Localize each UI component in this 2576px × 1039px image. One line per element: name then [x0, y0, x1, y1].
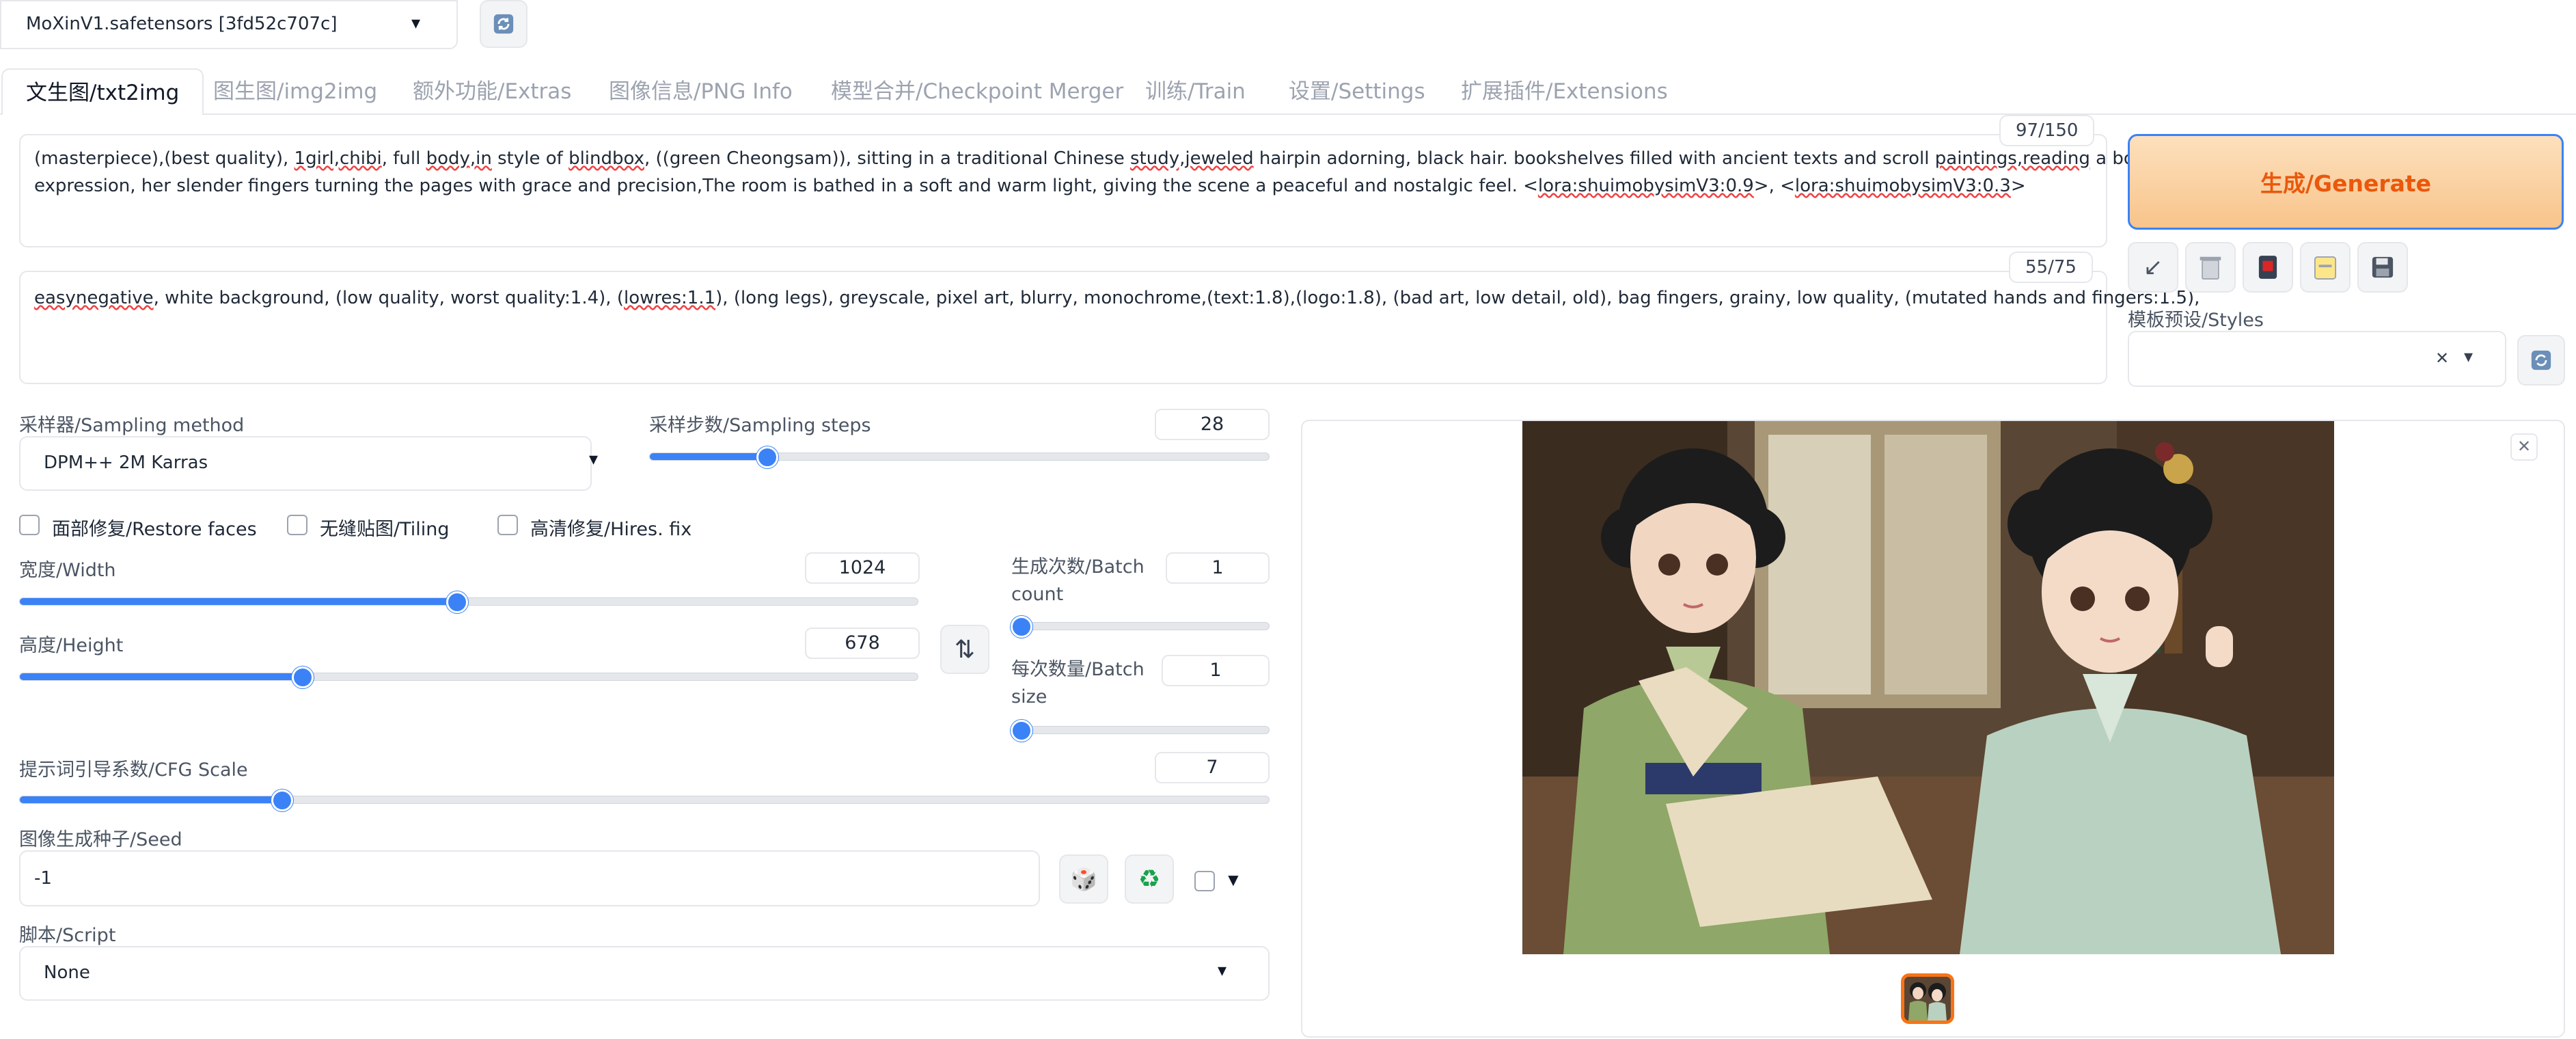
generated-image[interactable]	[1522, 421, 2334, 954]
batch-size-slider-handle[interactable]	[1011, 720, 1032, 742]
restore-faces-checkbox[interactable]	[19, 515, 40, 535]
recycle-icon: ♻	[1138, 865, 1161, 893]
close-icon[interactable]: ✕	[2510, 433, 2538, 461]
tab-train[interactable]: 训练/Train	[1145, 68, 1246, 115]
batch-size-slider[interactable]	[1011, 720, 1270, 742]
generate-button[interactable]: 生成/Generate	[2128, 134, 2564, 230]
trash-icon	[2200, 256, 2221, 280]
floppy-icon	[2372, 256, 2394, 278]
tab-png-info[interactable]: 图像信息/PNG Info	[609, 68, 793, 115]
refresh-checkpoint-button[interactable]	[480, 0, 527, 48]
script-value: None	[44, 962, 90, 983]
chevron-down-icon: ▾	[411, 12, 421, 33]
tab-extensions[interactable]: 扩展插件/Extensions	[1461, 68, 1668, 115]
gallery-thumbnail[interactable]	[1901, 973, 1954, 1024]
batch-count-label: 生成次数/Batch count	[1011, 556, 1145, 605]
cfg-slider-fill	[20, 796, 282, 803]
prompt-text: (masterpiece),(best quality), 1girl,chib…	[34, 148, 2290, 196]
tab-settings[interactable]: 设置/Settings	[1289, 68, 1425, 115]
sampler-label: 采样器/Sampling method	[19, 415, 245, 436]
styles-label: 模板预设/Styles	[2128, 310, 2264, 331]
checkpoint-value: MoXinV1.safetensors [3fd52c707c]	[26, 14, 338, 34]
batch-size-label: 每次数量/Batch size	[1011, 659, 1145, 707]
height-input[interactable]: 678	[805, 628, 920, 659]
restore-faces-label: 面部修复/Restore faces	[52, 519, 257, 540]
width-slider-fill	[20, 598, 457, 605]
batch-size-input[interactable]: 1	[1162, 655, 1270, 686]
styles-select[interactable]: ✕ ▾	[2128, 331, 2506, 387]
steps-slider-handle[interactable]	[756, 446, 779, 468]
width-input[interactable]: 1024	[805, 552, 920, 584]
extra-networks-button[interactable]	[2243, 242, 2293, 293]
tiling-label: 无缝贴图/Tiling	[320, 519, 450, 540]
refresh-icon	[493, 14, 514, 34]
tab-img2img[interactable]: 图生图/img2img	[213, 68, 377, 115]
clear-prompt-button[interactable]	[2185, 242, 2236, 293]
tab-txt2img[interactable]: 文生图/txt2img	[1, 68, 204, 115]
chevron-down-icon: ▾	[2464, 346, 2474, 366]
read-params-button[interactable]: ↙	[2128, 242, 2178, 293]
prompt-token-counter: 97/150	[1999, 115, 2095, 146]
seed-input[interactable]: -1	[19, 850, 1040, 906]
refresh-icon	[2531, 350, 2551, 370]
clear-icon[interactable]: ✕	[2435, 349, 2449, 368]
output-gallery: ✕	[1301, 420, 2565, 1038]
extra-seed-checkbox[interactable]	[1194, 871, 1215, 891]
checkpoint-select[interactable]: MoXinV1.safetensors [3fd52c707c] ▾	[0, 0, 458, 49]
steps-slider-fill	[650, 453, 768, 460]
swap-icon: ⇅	[954, 635, 976, 663]
chevron-down-icon: ▾	[1218, 960, 1227, 980]
seed-label: 图像生成种子/Seed	[19, 829, 182, 850]
height-label: 高度/Height	[19, 635, 124, 656]
width-slider-handle[interactable]	[446, 591, 468, 613]
random-seed-button[interactable]: 🎲	[1059, 854, 1108, 904]
batch-count-slider[interactable]	[1011, 616, 1270, 638]
arrow-down-left-icon: ↙	[2143, 254, 2163, 280]
prompt-textarea[interactable]: (masterpiece),(best quality), 1girl,chib…	[19, 134, 2290, 247]
batch-count-input[interactable]: 1	[1166, 552, 1270, 584]
tab-bar	[0, 113, 2576, 115]
sampler-value: DPM++ 2M Karras	[44, 453, 208, 473]
script-select[interactable]: None ▾	[19, 946, 1270, 1001]
negative-prompt-textarea[interactable]: easynegative, white background, (low qua…	[19, 271, 2200, 384]
width-label: 宽度/Width	[19, 560, 116, 581]
steps-slider[interactable]	[649, 446, 1270, 468]
width-slider[interactable]	[19, 591, 918, 613]
swap-dimensions-button[interactable]: ⇅	[940, 625, 989, 674]
triangle-down-icon[interactable]: ▼	[1224, 869, 1242, 891]
hires-fix-checkbox[interactable]	[497, 515, 518, 535]
height-slider-handle[interactable]	[291, 666, 314, 688]
height-slider[interactable]	[19, 666, 918, 688]
reuse-seed-button[interactable]: ♻	[1125, 854, 1174, 904]
sampler-select[interactable]: DPM++ 2M Karras	[19, 436, 592, 491]
dice-icon: 🎲	[1070, 867, 1097, 891]
tab-checkpoint-merger[interactable]: 模型合并/Checkpoint Merger	[831, 68, 1123, 115]
negative-prompt-text: easynegative, white background, (low qua…	[34, 288, 2200, 308]
chevron-down-icon: ▾	[589, 448, 599, 469]
script-label: 脚本/Script	[19, 925, 116, 946]
cfg-slider-handle[interactable]	[271, 790, 293, 811]
clipboard-icon	[2314, 256, 2337, 280]
hires-fix-label: 高清修复/Hires. fix	[530, 519, 692, 540]
height-slider-fill	[20, 673, 303, 680]
negative-token-counter: 55/75	[2009, 252, 2093, 283]
steps-label: 采样步数/Sampling steps	[649, 415, 871, 436]
batch-count-slider-handle[interactable]	[1011, 616, 1032, 638]
save-style-button[interactable]	[2357, 242, 2408, 293]
cfg-input[interactable]: 7	[1155, 752, 1270, 783]
refresh-styles-button[interactable]	[2517, 335, 2565, 386]
tiling-checkbox[interactable]	[287, 515, 307, 535]
tab-extras[interactable]: 额外功能/Extras	[413, 68, 571, 115]
cfg-label: 提示词引导系数/CFG Scale	[19, 759, 248, 781]
generate-label: 生成/Generate	[2260, 170, 2432, 197]
apply-styles-button[interactable]	[2300, 242, 2351, 293]
cfg-slider[interactable]	[19, 790, 1270, 811]
seed-value: -1	[34, 868, 52, 889]
steps-input[interactable]: 28	[1155, 409, 1270, 440]
card-icon	[2258, 256, 2277, 279]
